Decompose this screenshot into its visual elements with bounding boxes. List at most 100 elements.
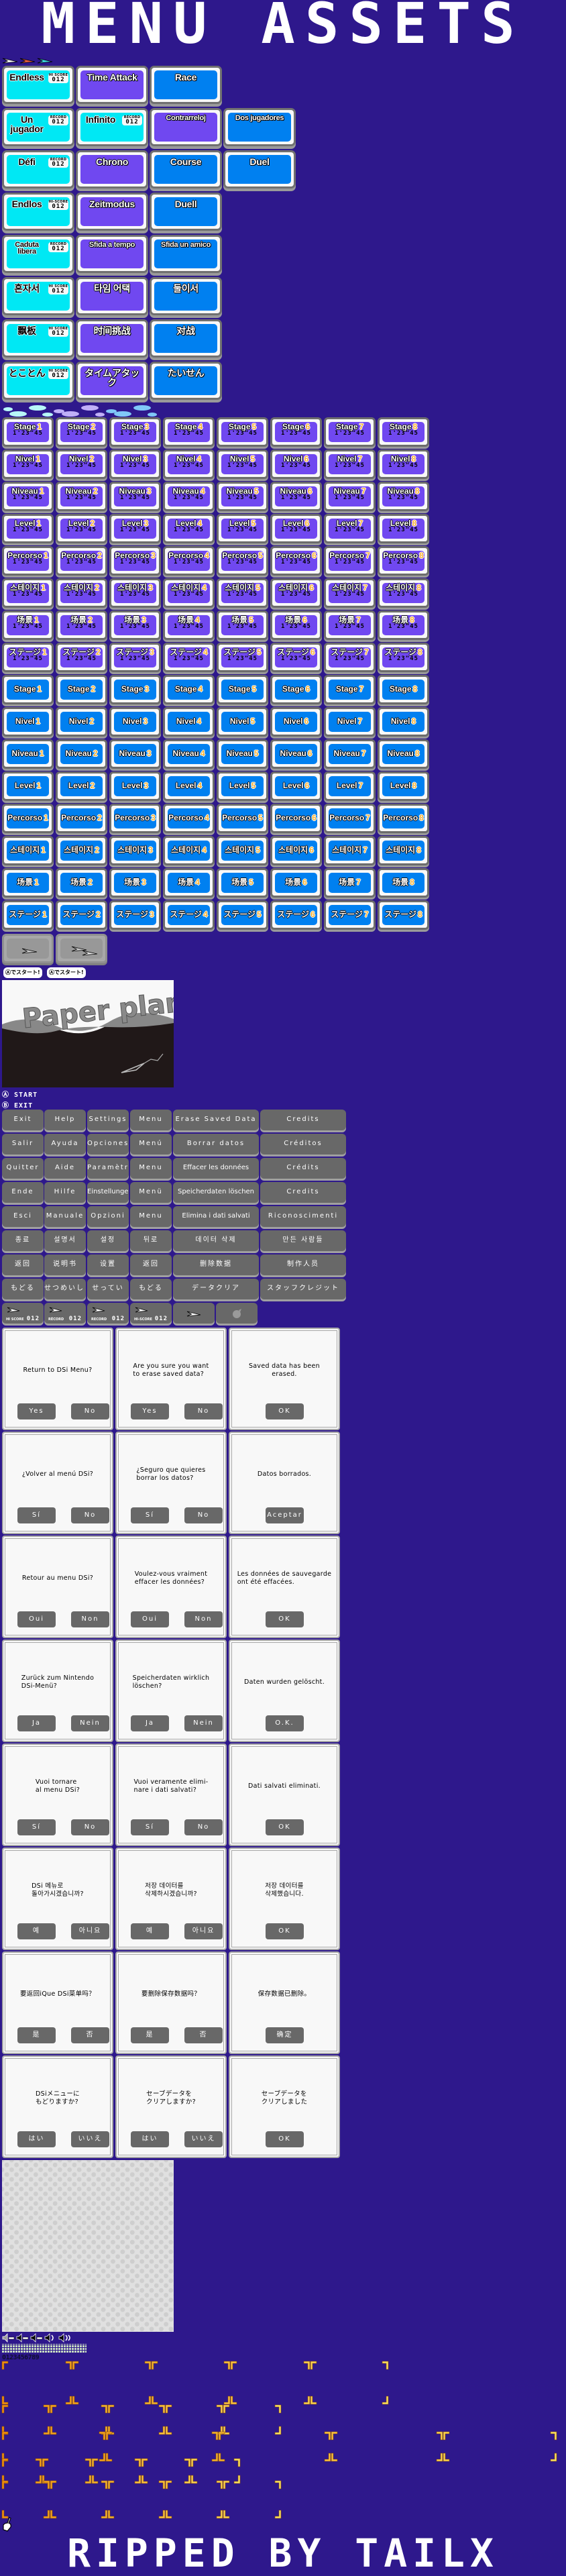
stage-button[interactable]: Percorso 8 1'23"45	[378, 546, 429, 576]
stage-button[interactable]: Percorso 3	[109, 804, 161, 833]
stage-button[interactable]: Nivel 2 1'23"45	[56, 449, 107, 479]
mode-button[interactable]: Duel	[223, 150, 296, 189]
system-button[interactable]: データクリア	[173, 1279, 259, 1299]
stage-button[interactable]: 场景 4	[163, 868, 215, 898]
stage-button[interactable]: Nivel 4	[163, 707, 215, 737]
system-button[interactable]: Menu	[130, 1158, 172, 1179]
yes-button[interactable]: Oui	[17, 1611, 56, 1627]
stage-button[interactable]: 场景 3 1'23"45	[109, 610, 161, 640]
yes-button[interactable]: 예	[17, 1923, 56, 1939]
stage-button[interactable]: 场景 4 1'23"45	[163, 610, 215, 640]
mode-button[interactable]: Duell	[150, 193, 222, 231]
yes-button[interactable]: はい	[17, 2131, 56, 2147]
stage-button[interactable]: ステージ 6	[270, 900, 322, 930]
stage-button[interactable]: Stage 4	[163, 675, 215, 704]
stage-button[interactable]: Niveau 5	[217, 739, 268, 769]
yes-button[interactable]: Yes	[17, 1403, 56, 1419]
stage-button[interactable]: 스테이지 2 1'23"45	[56, 578, 107, 608]
stage-button[interactable]: Percorso 4	[163, 804, 215, 833]
mode-button[interactable]: Chrono	[76, 150, 148, 189]
ok-button[interactable]: O.K.	[266, 1715, 304, 1731]
no-button[interactable]: No	[71, 1403, 109, 1419]
stage-button[interactable]: Nivel 7 1'23"45	[324, 449, 376, 479]
system-button[interactable]: 뒤로	[130, 1230, 172, 1251]
system-button[interactable]: 删除数据	[173, 1254, 259, 1275]
stage-button[interactable]: 스테이지 3 1'23"45	[109, 578, 161, 608]
score-button[interactable]: HI-SCORE 012	[130, 1303, 172, 1324]
stage-button[interactable]: Percorso 8	[378, 804, 429, 833]
system-button[interactable]: Aide	[44, 1158, 86, 1179]
stage-button[interactable]: Stage 6	[270, 675, 322, 704]
stage-button[interactable]: Niveau 5 1'23"45	[217, 482, 268, 511]
system-button[interactable]: せってい	[87, 1279, 129, 1299]
stage-button[interactable]: ステージ 2 1'23"45	[56, 643, 107, 672]
system-button[interactable]: Hilfe	[44, 1182, 86, 1203]
no-button[interactable]: 아니요	[71, 1923, 109, 1939]
system-button[interactable]: もどる	[130, 1279, 172, 1299]
stage-button[interactable]: 场景 3	[109, 868, 161, 898]
system-button[interactable]: 데이터 삭제	[173, 1230, 259, 1251]
stage-button[interactable]: 场景 5	[217, 868, 268, 898]
stage-button[interactable]: Nivel 6	[270, 707, 322, 737]
stage-button[interactable]: Level 4	[163, 771, 215, 801]
system-button[interactable]: せつめいしょ	[44, 1279, 86, 1299]
stage-button[interactable]: Level 3 1'23"45	[109, 514, 161, 543]
system-button[interactable]: 종료	[2, 1230, 44, 1251]
stage-button[interactable]: Niveau 8	[378, 739, 429, 769]
stage-button[interactable]: 스테이지 6	[270, 836, 322, 865]
stage-button[interactable]: Percorso 6	[270, 804, 322, 833]
stage-button[interactable]: Nivel 5	[217, 707, 268, 737]
stage-button[interactable]: Level 2 1'23"45	[56, 514, 107, 543]
mode-button[interactable]: Infinito RÉCORD 012	[76, 108, 148, 146]
stage-button[interactable]: Nivel 3	[109, 707, 161, 737]
stage-button[interactable]: Niveau 4 1'23"45	[163, 482, 215, 511]
mode-button[interactable]: Caduta libera RECORD 012	[2, 235, 74, 273]
yes-button[interactable]: Sí	[17, 1507, 56, 1523]
system-button[interactable]: もどる	[2, 1279, 44, 1299]
mode-button[interactable]: Sfida a tempo	[76, 235, 148, 273]
no-button[interactable]: No	[184, 1507, 223, 1523]
stage-button[interactable]: Niveau 7 1'23"45	[324, 482, 376, 511]
stage-button[interactable]: Level 7	[324, 771, 376, 801]
stage-button[interactable]: 스테이지 7	[324, 836, 376, 865]
system-button[interactable]: 返回	[2, 1254, 44, 1275]
stage-button[interactable]: ステージ 1 1'23"45	[2, 643, 54, 672]
system-button[interactable]: Credits	[260, 1182, 346, 1203]
stage-button[interactable]: Percorso 4 1'23"45	[163, 546, 215, 576]
stage-button[interactable]: Niveau 2	[56, 739, 107, 769]
mode-button[interactable]: Dos jugadores	[223, 108, 296, 146]
system-button[interactable]: 制作人员	[260, 1254, 346, 1275]
stage-button[interactable]: Stage 7	[324, 675, 376, 704]
system-button[interactable]: Quitter	[2, 1158, 44, 1179]
mode-button[interactable]: タイムアタック	[76, 362, 148, 400]
no-button[interactable]: 否	[184, 2027, 223, 2043]
stage-button[interactable]: ステージ 4 1'23"45	[163, 643, 215, 672]
stage-button[interactable]: Percorso 6 1'23"45	[270, 546, 322, 576]
mode-button[interactable]: 飘板 HI SCORE 012	[2, 319, 74, 358]
stage-button[interactable]: Percorso 5	[217, 804, 268, 833]
ok-button[interactable]: Aceptar	[266, 1507, 304, 1523]
stage-button[interactable]: 스테이지 6 1'23"45	[270, 578, 322, 608]
system-button[interactable]: Einstellungen	[87, 1182, 129, 1203]
system-button[interactable]: Menú	[130, 1134, 172, 1155]
stage-button[interactable]: Niveau 1 1'23"45	[2, 482, 54, 511]
stage-button[interactable]: 场景 8 1'23"45	[378, 610, 429, 640]
stage-button[interactable]: Level 8 1'23"45	[378, 514, 429, 543]
stage-button[interactable]: Nivel 6 1'23"45	[270, 449, 322, 479]
ok-button[interactable]: 确定	[266, 2027, 304, 2043]
system-button[interactable]: Ende	[2, 1182, 44, 1203]
system-button[interactable]: Ayuda	[44, 1134, 86, 1155]
yes-button[interactable]: Ja	[17, 1715, 56, 1731]
stage-button[interactable]: ステージ 5 1'23"45	[217, 643, 268, 672]
system-button[interactable]: Borrar datos	[173, 1134, 259, 1155]
mode-button[interactable]: 对战	[150, 319, 222, 358]
stage-button[interactable]: Niveau 1	[2, 739, 54, 769]
stage-button[interactable]: Nivel 8 1'23"45	[378, 449, 429, 479]
mode-button[interactable]: 둘이서	[150, 277, 222, 315]
double-plane-button[interactable]	[56, 934, 107, 963]
stage-button[interactable]: Niveau 3 1'23"45	[109, 482, 161, 511]
stage-button[interactable]: Level 5 1'23"45	[217, 514, 268, 543]
stage-button[interactable]: Stage 2 1'23"45	[56, 417, 107, 447]
stage-button[interactable]: Stage 8 1'23"45	[378, 417, 429, 447]
stage-button[interactable]: Stage 4 1'23"45	[163, 417, 215, 447]
